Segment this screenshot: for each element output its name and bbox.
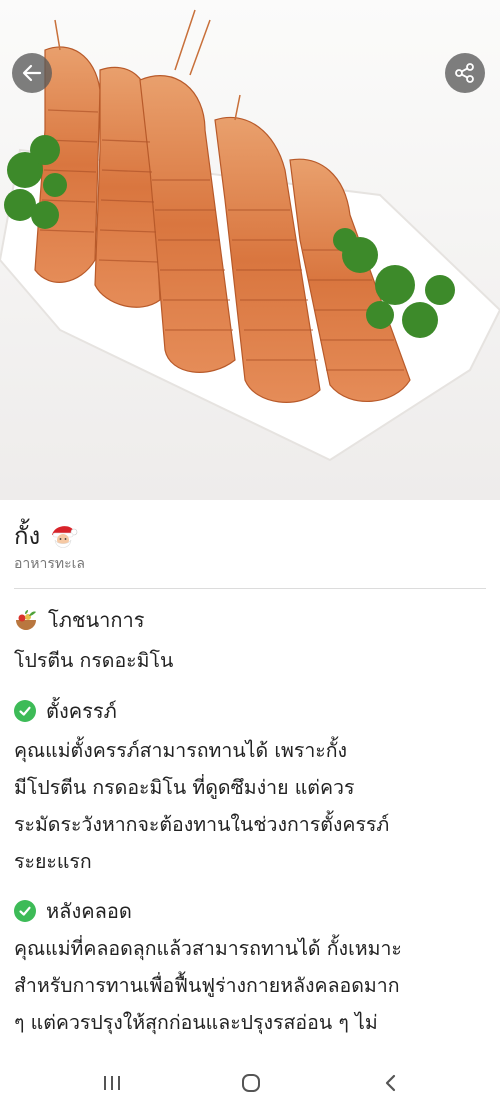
system-navigation-bar [0, 1055, 500, 1111]
pregnant-heading-row: ตั้งครรภ์ [14, 695, 117, 727]
pregnant-line: มีโปรตีน กรดอะมิโน ที่ดูดซึมง่าย แต่ควร [14, 776, 355, 799]
postpartum-description: คุณแม่ที่คลอดลุกแล้วสามารถทานได้ กั้งเหม… [14, 930, 490, 1041]
back-button[interactable] [12, 53, 52, 93]
nutrition-value-text: โปรตีน กรดอะมิโน [14, 649, 174, 672]
pregnant-line: ระมัดระวังหากจะต้องทานในช่วงการตั้งครรภ์ [14, 813, 390, 836]
recent-apps-button[interactable] [97, 1069, 127, 1097]
system-back-button[interactable] [376, 1069, 406, 1097]
arrow-left-icon [22, 64, 42, 82]
pregnant-description: คุณแม่ตั้งครรภ์สามารถทานได้ เพราะกั้ง มี… [14, 732, 490, 880]
home-circle-icon [242, 1074, 260, 1092]
pregnant-heading: ตั้งครรภ์ [46, 699, 117, 723]
food-name: กั้ง [14, 522, 41, 550]
postpartum-line: คุณแม่ที่คลอดลุกแล้วสามารถทานได้ กั้งเหม… [14, 937, 402, 960]
check-circle-icon [14, 900, 36, 922]
share-icon [455, 63, 474, 83]
pregnant-line: ระยะแรก [14, 850, 92, 873]
mantis-shrimp-image [0, 0, 500, 500]
postpartum-line: สำหรับการทานเพื่อฟื้นฟูร่างกายหลังคลอดมา… [14, 974, 400, 997]
santa-claus-icon [52, 525, 78, 548]
chevron-left-icon [385, 1074, 396, 1092]
nutrition-heading-row: โภชนาการ [14, 604, 144, 636]
salad-bowl-icon [16, 610, 36, 630]
pregnant-line: คุณแม่ตั้งครรภ์สามารถทานได้ เพราะกั้ง [14, 739, 348, 762]
food-category: อาหารทะเล [14, 556, 85, 572]
check-circle-icon [14, 700, 36, 722]
postpartum-heading: หลังคลอด [46, 899, 132, 923]
nutrition-value: โปรตีน กรดอะมิโน [14, 642, 490, 679]
share-button[interactable] [445, 53, 485, 93]
food-title-row: กั้ง [14, 516, 78, 555]
postpartum-line: ๆ แต่ควรปรุงให้สุกก่อนและปรุงรสอ่อน ๆ ไม… [14, 1011, 378, 1034]
divider [14, 588, 486, 589]
food-detail-content[interactable]: กั้ง อาหารทะเล โภชนาการ โปรตีน กรดอะมิโน… [0, 500, 500, 1055]
food-photo [0, 0, 500, 500]
recent-apps-icon [104, 1076, 120, 1090]
nutrition-heading: โภชนาการ [48, 608, 145, 632]
postpartum-heading-row: หลังคลอด [14, 895, 132, 927]
home-button[interactable] [236, 1069, 266, 1097]
